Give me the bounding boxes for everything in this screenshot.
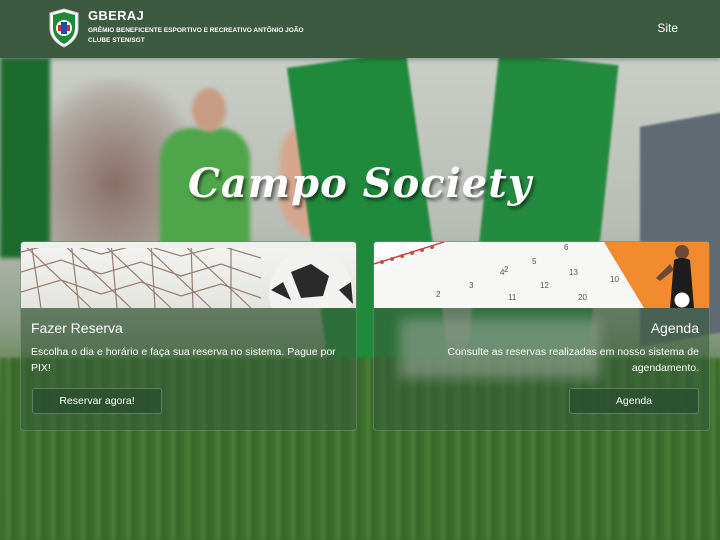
soccer-net-image: [21, 242, 356, 308]
reservar-agora-button[interactable]: Reservar agora!: [32, 388, 162, 414]
cal-num: 2: [436, 290, 441, 299]
nav-link-site[interactable]: Site: [657, 21, 678, 35]
card-text: Consulte as reservas realizadas em nosso…: [447, 346, 699, 374]
cal-num: 4: [500, 268, 505, 277]
cal-num: 20: [578, 293, 587, 302]
brand-title[interactable]: GBERAJ: [88, 8, 144, 23]
top-navbar: GBERAJ GRÊMIO BENEFICENTE ESPORTIVO E RE…: [0, 0, 720, 58]
card-fazer-reserva: Fazer Reserva Escolha o dia e horário e …: [20, 241, 357, 431]
player-head-blur: [192, 88, 226, 132]
hero-title: Campo Society: [188, 160, 532, 207]
cal-num: 10: [610, 275, 619, 284]
calendar-image: 2 6 4 5 3 2 13 12 11 20 10: [374, 242, 709, 308]
card-title: Agenda: [650, 320, 699, 336]
card-title: Fazer Reserva: [31, 320, 123, 336]
cal-num: 2: [504, 265, 509, 274]
club-shield-logo[interactable]: [48, 8, 80, 48]
card-agenda: 2 6 4 5 3 2 13 12 11 20 10 Agenda Consul…: [373, 241, 710, 431]
player-left-blur: [0, 58, 50, 258]
cal-num: 6: [564, 243, 569, 252]
agenda-button[interactable]: Agenda: [569, 388, 699, 414]
cal-num: 3: [469, 281, 474, 290]
brand-subtitle: GRÊMIO BENEFICENTE ESPORTIVO E RECREATIV…: [88, 27, 304, 44]
cal-num: 11: [508, 293, 517, 302]
cal-num: 12: [540, 281, 549, 290]
cal-num: 13: [569, 268, 578, 277]
card-text: Escolha o dia e horário e faça sua reser…: [31, 346, 336, 374]
cal-num: 5: [532, 257, 537, 266]
